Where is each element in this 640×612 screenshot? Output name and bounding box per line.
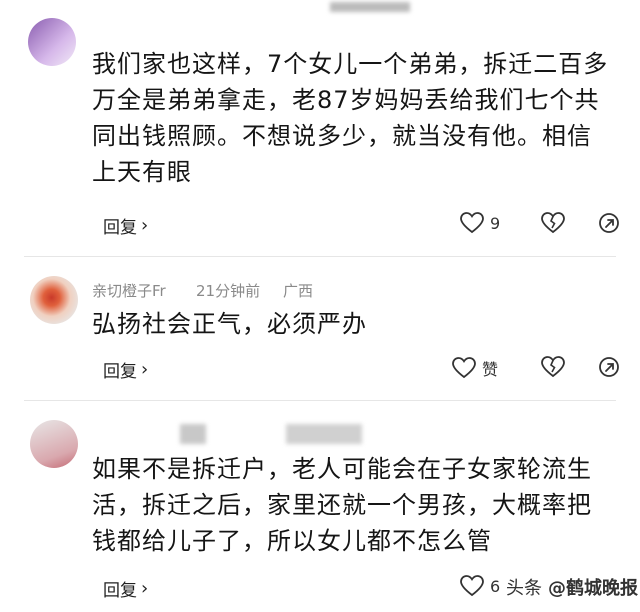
reply-label: 回复 [103,218,137,238]
heart-outline-icon [460,575,484,597]
comment-line: 同出钱照顾。不想说多少，就当没有他。相信 [92,122,592,150]
dislike-button[interactable] [541,212,565,234]
avatar[interactable] [30,420,78,468]
comment-line: 钱都给儿子了，所以女儿都不怎么管 [92,527,492,555]
reply-label: 回复 [103,581,137,601]
comment-text: 如果不是拆迁户，老人可能会在子女家轮流生 活，拆迁之后，家里还就一个男孩，大概率… [92,451,592,559]
share-icon [598,356,620,378]
like-count: 6 [490,576,501,596]
reply-label: 回复 [103,362,137,382]
reply-button[interactable]: 回复 › [103,357,148,382]
username-blurred [286,424,362,444]
username-blurred [330,2,410,12]
comment-text: 我们家也这样，7个女儿一个弟弟，拆迁二百多 万全是弟弟拿走，老87岁妈妈丢给我们… [92,46,608,190]
chevron-right-icon: › [141,215,149,236]
watermark: 头条 @鹤城晚报 [506,574,638,600]
like-button[interactable]: 6 [460,575,500,597]
like-label: 赞 [482,360,499,379]
like-count: 9 [490,213,501,233]
like-button[interactable]: 9 [460,212,500,234]
like-button[interactable]: 赞 [452,356,498,380]
heart-outline-icon [460,212,484,234]
comment-line: 我们家也这样，7个女儿一个弟弟，拆迁二百多 [92,50,609,78]
watermark-account: @鹤城晚报 [548,578,638,599]
comment-line: 万全是弟弟拿走，老87岁妈妈丢给我们七个共 [92,86,600,114]
share-button[interactable] [598,356,620,378]
comment-line: 如果不是拆迁户，老人可能会在子女家轮流生 [92,455,592,483]
dislike-button[interactable] [541,356,565,378]
watermark-prefix: 头条 [506,578,542,599]
comment-text: 弘扬社会正气，必须严办 [92,306,367,342]
share-icon [598,212,620,234]
location: 广西 [283,282,314,300]
post-time: 21分钟前 [196,282,261,300]
heart-outline-icon [452,357,476,379]
username-blurred [180,424,206,444]
divider [24,400,616,401]
avatar[interactable] [30,276,78,324]
reply-button[interactable]: 回复 › [103,213,148,238]
author-name[interactable]: 亲切橙子Fr [92,280,166,301]
comment-line: 弘扬社会正气，必须严办 [92,310,367,338]
share-button[interactable] [598,212,620,234]
avatar[interactable] [28,18,76,66]
reply-button[interactable]: 回复 › [103,576,148,601]
chevron-right-icon: › [141,578,149,599]
chevron-right-icon: › [141,359,149,380]
comment-line: 上天有眼 [92,158,192,186]
broken-heart-icon [541,356,565,378]
divider [24,256,616,257]
broken-heart-icon [541,212,565,234]
comment-line: 活，拆迁之后，家里还就一个男孩，大概率把 [92,491,592,519]
